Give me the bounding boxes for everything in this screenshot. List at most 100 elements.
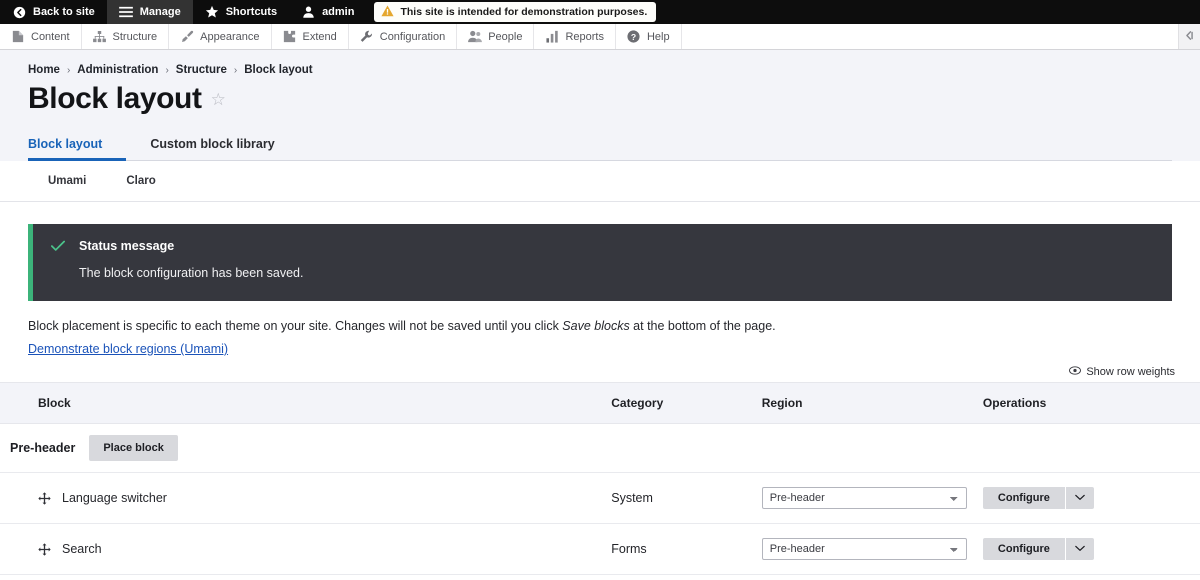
- eye-icon: [1069, 366, 1082, 378]
- category-cell: System: [611, 472, 762, 524]
- show-row-weights-link[interactable]: Show row weights: [1069, 366, 1175, 378]
- breadcrumb-item-block-layout[interactable]: Block layout: [244, 64, 312, 76]
- block-layout-table: Block Category Region Operations Pre-hea…: [0, 382, 1200, 580]
- menu-item-label: Help: [646, 30, 670, 43]
- intro-emphasis: Save blocks: [562, 319, 630, 333]
- chevron-down-icon: [1075, 545, 1085, 554]
- chevron-down-icon: [1075, 494, 1085, 503]
- manage-label: Manage: [139, 6, 181, 18]
- configure-dropdown-toggle[interactable]: [1065, 538, 1094, 560]
- user-account-button[interactable]: admin: [289, 0, 366, 24]
- column-header-block: Block: [0, 382, 612, 424]
- region-select[interactable]: Pre-header: [761, 487, 967, 509]
- intro-text-block: Block placement is specific to each them…: [0, 301, 1200, 356]
- block-name-label: Search: [62, 542, 102, 556]
- menu-item-appearance[interactable]: Appearance: [169, 24, 272, 49]
- block-cell: Search: [0, 523, 612, 575]
- puzzle-icon: [283, 30, 297, 44]
- region-group-row: Pre-header Place block: [0, 423, 1200, 473]
- breadcrumb-separator: ›: [233, 64, 238, 76]
- menu-item-people[interactable]: People: [457, 24, 535, 49]
- menu-item-label: Structure: [112, 30, 158, 43]
- menu-item-extend[interactable]: Extend: [272, 24, 349, 49]
- category-cell: Forms: [611, 523, 762, 575]
- operations-cell: Configure: [982, 472, 1200, 524]
- question-mark-icon: ?: [627, 30, 641, 44]
- menu-item-label: Extend: [302, 30, 337, 43]
- shortcuts-button[interactable]: Shortcuts: [193, 0, 289, 24]
- breadcrumb-item-administration[interactable]: Administration: [77, 64, 158, 76]
- tab-umami[interactable]: Umami: [48, 161, 86, 201]
- breadcrumb-separator: ›: [165, 64, 169, 76]
- structure-icon: [93, 30, 107, 44]
- breadcrumb-item-structure[interactable]: Structure: [176, 64, 227, 76]
- bar-chart-icon: [545, 30, 559, 44]
- configure-button[interactable]: Configure: [982, 538, 1065, 560]
- region-cell: Pre-header: [761, 523, 983, 575]
- secondary-tabs: Umami Claro: [0, 161, 1200, 202]
- show-row-weights-label: Show row weights: [1086, 366, 1175, 378]
- shortcuts-label: Shortcuts: [225, 6, 278, 18]
- page-header: Home › Administration › Structure › Bloc…: [0, 50, 1200, 161]
- document-icon: [11, 30, 25, 44]
- admin-toolbar: Back to site Manage Shortcuts admin This…: [0, 0, 1200, 24]
- collapse-arrow-icon: [1184, 30, 1195, 44]
- tab-custom-block-library[interactable]: Custom block library: [150, 130, 298, 161]
- status-message-title: Status message: [79, 239, 175, 253]
- menu-item-content[interactable]: Content: [0, 24, 82, 49]
- menu-item-structure[interactable]: Structure: [82, 24, 170, 49]
- people-icon: [468, 30, 483, 44]
- manage-button[interactable]: Manage: [106, 0, 193, 24]
- table-row: Search Forms Pre-header Configure: [0, 523, 1200, 575]
- row-weights-toggle-wrapper: Show row weights: [0, 356, 1200, 382]
- intro-text-before: Block placement is specific to each them…: [28, 319, 563, 333]
- svg-text:?: ?: [631, 32, 636, 42]
- operations-cell: Configure: [982, 574, 1200, 580]
- column-header-region: Region: [761, 382, 983, 424]
- check-icon: [51, 239, 65, 283]
- region-cell: Pre-header: [761, 574, 983, 580]
- primary-tabs: Block layout Custom block library: [28, 130, 1172, 161]
- status-message-body: The block configuration has been saved.: [79, 266, 304, 280]
- table-body: Pre-header Place block Language switcher…: [0, 423, 1200, 580]
- category-cell: Menus: [611, 574, 762, 580]
- region-select[interactable]: Pre-header: [761, 538, 967, 560]
- intro-text-after: at the bottom of the page.: [629, 319, 776, 333]
- block-name-label: Language switcher: [62, 491, 167, 505]
- tab-claro[interactable]: Claro: [126, 161, 155, 201]
- configure-dropdown-toggle[interactable]: [1065, 487, 1094, 509]
- menu-item-reports[interactable]: Reports: [534, 24, 616, 49]
- menu-item-help[interactable]: ? Help: [616, 24, 682, 49]
- drag-handle-icon[interactable]: [38, 542, 51, 556]
- drag-handle-icon[interactable]: [38, 491, 51, 505]
- block-cell: User account menu: [0, 574, 612, 580]
- demo-notice: This site is intended for demonstration …: [374, 2, 657, 22]
- demonstrate-block-regions-link[interactable]: Demonstrate block regions (Umami): [28, 342, 228, 356]
- toolbar-collapse-button[interactable]: [1178, 24, 1200, 49]
- back-to-site-button[interactable]: Back to site: [0, 0, 107, 24]
- breadcrumb-separator: ›: [66, 64, 71, 76]
- bookmark-star-icon[interactable]: ☆: [211, 91, 226, 108]
- tab-block-layout[interactable]: Block layout: [28, 130, 127, 161]
- configure-button[interactable]: Configure: [982, 487, 1065, 509]
- breadcrumb: Home › Administration › Structure › Bloc…: [28, 64, 1172, 76]
- place-block-button[interactable]: Place block: [89, 435, 178, 461]
- table-header-row: Block Category Region Operations: [0, 382, 1200, 424]
- user-icon: [301, 5, 316, 20]
- wrench-icon: [360, 30, 374, 44]
- operations-cell: Configure: [982, 523, 1200, 575]
- status-message: Status message The block configuration h…: [28, 224, 1172, 301]
- breadcrumb-item-home[interactable]: Home: [28, 64, 60, 76]
- admin-menu-bar: Content Structure Appearance Extend Conf…: [0, 24, 1200, 50]
- warning-triangle-icon: [381, 4, 395, 20]
- region-cell: Pre-header: [761, 472, 983, 524]
- table-row: User account menu Menus Pre-header Confi…: [0, 574, 1200, 580]
- back-arrow-icon: [12, 5, 27, 20]
- menu-item-configuration[interactable]: Configuration: [349, 24, 458, 49]
- column-header-category: Category: [611, 382, 762, 424]
- account-label: admin: [322, 6, 355, 18]
- hamburger-icon: [119, 5, 134, 20]
- menu-item-label: Configuration: [379, 30, 446, 43]
- menu-item-label: Content: [31, 30, 70, 43]
- menu-item-label: Reports: [565, 30, 604, 43]
